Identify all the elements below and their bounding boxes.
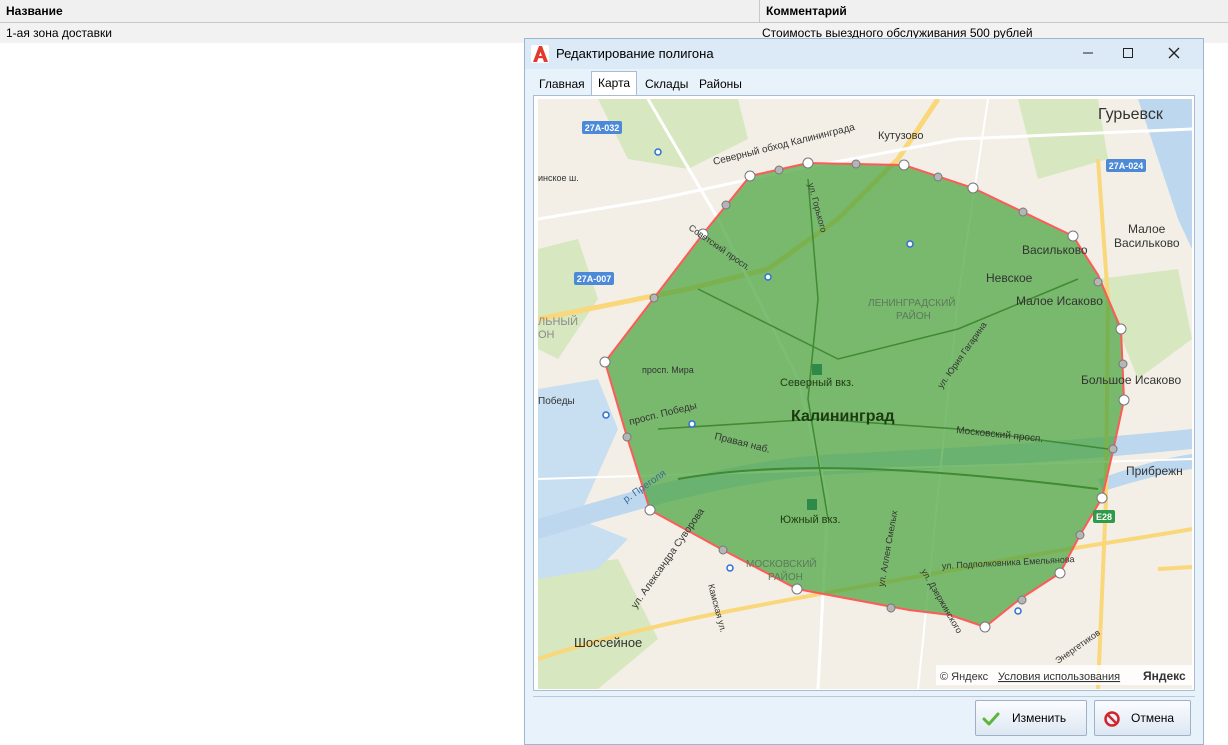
map-road [1157, 565, 1192, 571]
polygon-vertex[interactable] [791, 583, 803, 595]
polygon-vertex[interactable] [1096, 492, 1108, 504]
maximize-button[interactable] [1105, 39, 1151, 69]
shield-label: 27А-024 [1109, 161, 1144, 171]
map-label: Южный вкз. [780, 514, 841, 526]
polygon-vertex[interactable] [1067, 230, 1079, 242]
map-label: Малое Исаково [1016, 294, 1103, 308]
polygon-midpoint[interactable] [1017, 595, 1027, 605]
polygon-vertex[interactable] [967, 182, 979, 194]
close-button[interactable] [1151, 39, 1197, 69]
polygon-vertex[interactable] [1054, 567, 1066, 579]
map-label: Малое [1128, 222, 1166, 236]
map-label: просп. Мира [642, 365, 694, 375]
polygon-vertex[interactable] [1118, 394, 1130, 406]
polygon-vertex[interactable] [599, 356, 611, 368]
map-label: Васильково [1022, 243, 1088, 257]
map-label: Победы [538, 395, 575, 407]
polygon-midpoint[interactable] [851, 159, 861, 169]
terms-link[interactable]: Условия использования [998, 671, 1120, 683]
map-label: РАЙОН [768, 570, 803, 583]
edit-polygon-dialog: Редактирование полигона Главная Карта Ск… [524, 38, 1204, 745]
map-canvas[interactable]: 27А-032 27А-024 27А-007 E28 Гурьевск Кут… [538, 99, 1192, 689]
tab-main[interactable]: Главная [533, 73, 591, 95]
polygon-midpoint[interactable] [933, 172, 943, 182]
polygon-midpoint[interactable] [718, 545, 728, 555]
map-label: ОН [538, 329, 555, 341]
map-view[interactable]: 27А-032 27А-024 27А-007 E28 Гурьевск Кут… [538, 99, 1192, 689]
copyright-text: © Яндекс [940, 671, 989, 683]
map-label: РАЙОН [896, 309, 931, 322]
polygon-midpoint[interactable] [1108, 444, 1118, 454]
map-label: Невское [986, 271, 1033, 285]
column-header-comment[interactable]: Комментарий [760, 0, 1228, 22]
map-label: инское ш. [538, 173, 579, 183]
polygon-vertex[interactable] [898, 159, 910, 171]
map-label: Большое Исаково [1081, 373, 1181, 387]
polygon-midpoint[interactable] [886, 603, 896, 613]
polygon-midpoint[interactable] [1075, 530, 1085, 540]
map-label: МОСКОВСКИЙ [746, 557, 817, 570]
shield-label: 27А-032 [585, 123, 620, 133]
polygon-midpoint[interactable] [1093, 277, 1103, 287]
map-label: Васильково [1114, 236, 1180, 250]
close-icon [1168, 47, 1180, 59]
map-label: Шоссейное [574, 635, 642, 650]
map-label: Прибрежн [1126, 464, 1183, 478]
dialog-titlebar[interactable]: Редактирование полигона [525, 39, 1203, 69]
tab-warehouses[interactable]: Склады [639, 73, 694, 95]
tab-map[interactable]: Карта [591, 71, 638, 96]
cancel-button[interactable]: Отмена [1094, 700, 1191, 736]
polygon-midpoint[interactable] [721, 200, 731, 210]
shield-label: 27А-007 [577, 274, 612, 284]
minimize-icon [1083, 52, 1093, 54]
map-label: Кутузово [878, 130, 923, 142]
polygon-midpoint[interactable] [622, 432, 632, 442]
grid-header: Название Комментарий [0, 0, 1228, 23]
map-label-city: Калининград [791, 408, 895, 425]
apply-button[interactable]: Изменить [975, 700, 1087, 736]
polygon-vertex[interactable] [744, 170, 756, 182]
polygon-vertex[interactable] [979, 621, 991, 633]
dialog-title: Редактирование полигона [556, 46, 714, 61]
tab-districts[interactable]: Районы [693, 73, 748, 95]
polygon-vertex[interactable] [1115, 323, 1127, 335]
map-label: Гурьевск [1098, 106, 1164, 123]
polygon-midpoint[interactable] [1018, 207, 1028, 217]
polygon-midpoint[interactable] [1118, 359, 1128, 369]
polygon-vertex[interactable] [644, 504, 656, 516]
polygon-midpoint[interactable] [774, 165, 784, 175]
column-header-name[interactable]: Название [0, 0, 760, 22]
checkmark-icon [982, 712, 1000, 726]
shield-label: E28 [1096, 512, 1112, 522]
footer-divider [533, 696, 1195, 697]
map-tab-panel: 27А-032 27А-024 27А-007 E28 Гурьевск Кут… [533, 95, 1195, 691]
yandex-logo: Яндекс [1143, 669, 1186, 683]
map-label: ЛЕНИНГРАДСКИЙ [868, 296, 955, 309]
map-label: ЛЬНЫЙ [538, 315, 578, 328]
map-label: Северный вкз. [780, 377, 854, 389]
polygon-vertex[interactable] [802, 157, 814, 169]
app-logo-icon [531, 45, 549, 63]
apply-button-label: Изменить [1012, 711, 1067, 725]
maximize-icon [1123, 48, 1133, 58]
polygon-midpoint[interactable] [649, 293, 659, 303]
cancel-icon [1104, 711, 1120, 727]
cancel-button-label: Отмена [1131, 711, 1175, 725]
